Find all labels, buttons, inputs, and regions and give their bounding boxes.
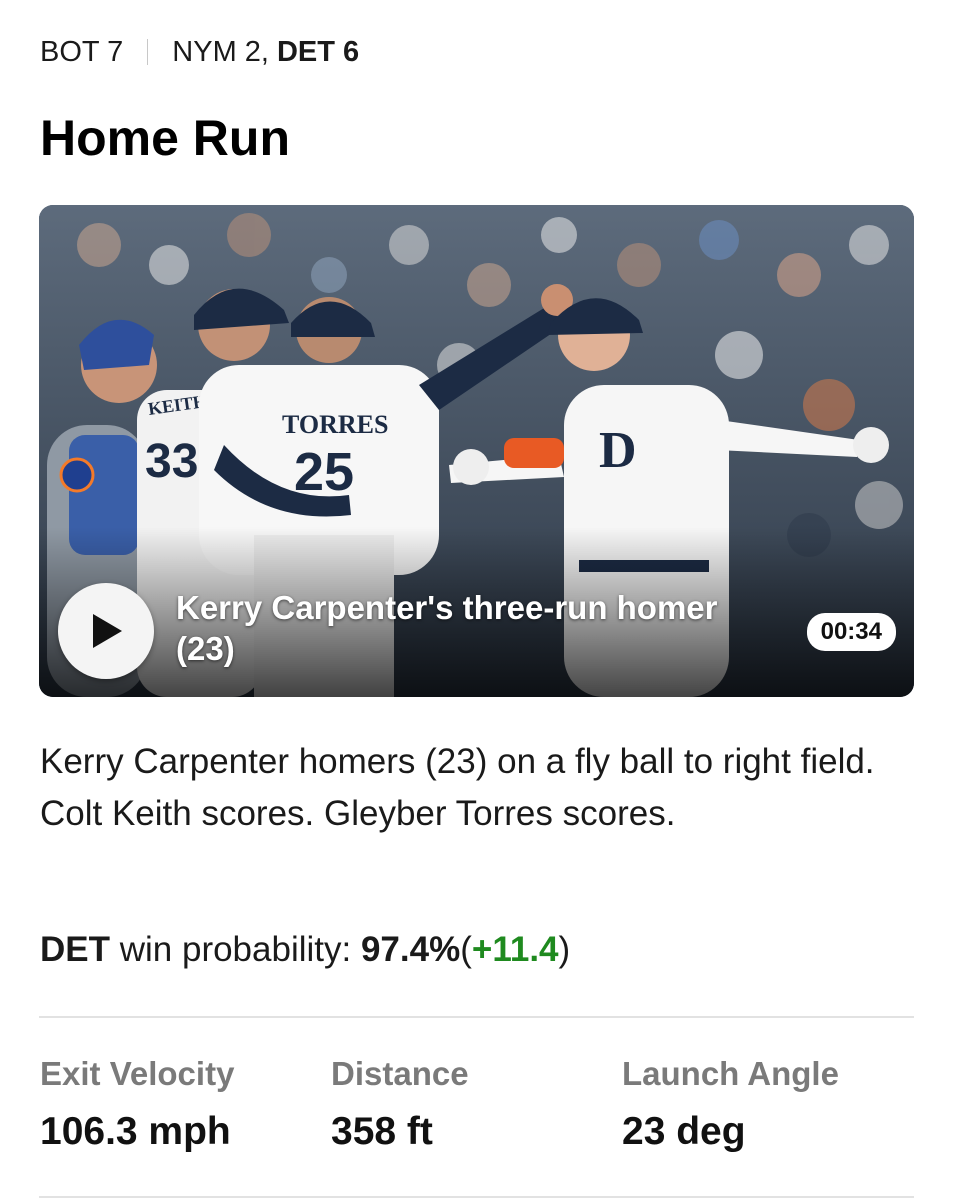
win-probability: DET win probability: 97.4%(+11.4) [40, 926, 570, 974]
video-highlight-card[interactable]: 33 KEITH TORRES 25 D Kerry Carpenter's t… [39, 205, 914, 697]
win-prob-change: +11.4 [471, 930, 559, 969]
jersey-name-torres: TORRES [282, 410, 388, 439]
section-divider-bottom [39, 1196, 914, 1198]
section-divider-top [39, 1016, 914, 1018]
win-prob-team: DET [40, 930, 110, 969]
stat-label: Distance [331, 1055, 469, 1092]
stat-launch-angle: Launch Angle 23 deg [622, 1052, 839, 1158]
stat-value: 23 deg [622, 1110, 746, 1153]
tigers-logo-d: D [599, 422, 637, 479]
win-prob-close-paren: ) [558, 930, 571, 969]
jersey-number-33: 33 [145, 435, 198, 488]
play-description: Kerry Carpenter homers (23) on a fly bal… [40, 742, 875, 833]
stat-distance: Distance 358 ft [331, 1052, 469, 1158]
win-prob-label: win probability: [119, 930, 352, 969]
game-context: BOT 7 NYM 2, DET 6 [40, 30, 359, 74]
inning-label: BOT 7 [40, 36, 124, 68]
video-title[interactable]: Kerry Carpenter's three-run homer (23) [176, 587, 756, 669]
stat-value: 358 ft [331, 1110, 433, 1153]
context-divider [147, 39, 149, 65]
play-button[interactable] [58, 583, 154, 679]
stat-label: Launch Angle [622, 1055, 839, 1092]
win-prob-value: 97.4% [360, 930, 461, 969]
stat-value: 106.3 mph [40, 1110, 231, 1153]
video-duration-badge: 00:34 [806, 613, 896, 651]
win-prob-open-paren: ( [460, 930, 472, 969]
stat-label: Exit Velocity [40, 1055, 235, 1092]
play-detail-card: BOT 7 NYM 2, DET 6 Home Run 33 KEITH TOR… [0, 0, 953, 1200]
play-icon [93, 614, 122, 648]
jersey-number-25: 25 [294, 442, 354, 502]
score-home: DET 6 [276, 36, 360, 68]
stat-exit-velocity: Exit Velocity 106.3 mph [40, 1052, 234, 1158]
score-away: NYM 2, [172, 36, 269, 68]
play-type-title: Home Run [40, 110, 290, 166]
